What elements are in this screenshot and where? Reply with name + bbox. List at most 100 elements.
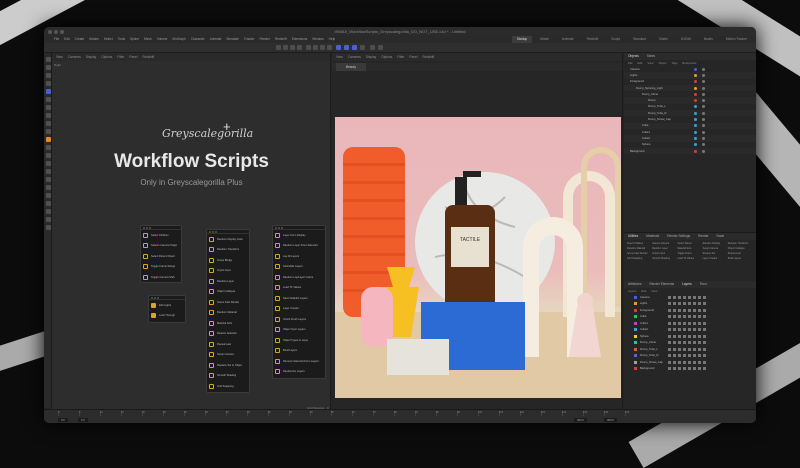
layer-toggle-icons[interactable] xyxy=(668,321,708,325)
script-button[interactable]: Load TF Values xyxy=(273,283,325,294)
script-button[interactable]: Remove Selected From Layers xyxy=(273,356,325,367)
current-frame-field[interactable]: 0 F xyxy=(78,418,89,422)
menu-item[interactable]: Select xyxy=(104,36,113,43)
menu-item[interactable]: Animate xyxy=(210,36,222,43)
object-tag-icon[interactable] xyxy=(702,130,705,134)
script-button[interactable]: Build Layers xyxy=(273,346,325,357)
viewport-menu-item[interactable]: Display xyxy=(86,53,96,61)
toolbar-tool-icon[interactable] xyxy=(297,45,302,50)
menu-item[interactable]: Create xyxy=(75,36,85,43)
object-tag-icon[interactable] xyxy=(702,111,705,115)
utility-button[interactable]: Toggle Frame xyxy=(677,252,702,255)
utility-button[interactable]: Setup Camera xyxy=(703,247,728,250)
utility-button[interactable]: Object Collapse xyxy=(728,247,753,250)
layout-tab[interactable]: Nodes xyxy=(699,36,718,43)
tool-icon[interactable] xyxy=(45,225,51,230)
tool-icon[interactable] xyxy=(45,217,51,222)
viewport-render[interactable]: View Cameras Display Options Filter Panel Reds… xyxy=(332,53,623,412)
toolbar-tool-icon[interactable] xyxy=(290,45,295,50)
tool-icon[interactable] xyxy=(45,177,51,182)
layer-row[interactable]: Background xyxy=(624,366,756,373)
close-button[interactable] xyxy=(48,29,52,34)
toolbar-tool-icon[interactable] xyxy=(283,45,288,50)
utility-button[interactable]: Grid Snapping xyxy=(627,257,652,260)
menu-item[interactable]: Simulate xyxy=(226,36,238,43)
viewport-menu-item[interactable]: Options xyxy=(381,53,392,61)
script-button[interactable]: Restore Selection xyxy=(207,329,249,340)
attribute-tab[interactable]: Utilities xyxy=(628,233,638,240)
layer-tab[interactable]: Attributes xyxy=(628,281,641,288)
menu-item[interactable]: Help xyxy=(329,36,336,43)
utility-button[interactable]: Random Display xyxy=(703,242,728,245)
menu-item[interactable]: MoGraph xyxy=(172,36,185,43)
layer-toggle-icons[interactable] xyxy=(668,360,708,364)
tool-icon[interactable] xyxy=(45,65,51,70)
viewport-menu-item[interactable]: Cameras xyxy=(68,53,81,61)
panel-dot[interactable] xyxy=(143,226,145,229)
object-tag-icon[interactable] xyxy=(702,99,705,103)
menu-item[interactable]: Mesh xyxy=(144,36,152,43)
toolbar-tool-icon[interactable] xyxy=(378,45,383,50)
minimize-button[interactable] xyxy=(54,29,58,34)
tool-icon[interactable] xyxy=(45,73,51,78)
utility-button[interactable]: Select Parent xyxy=(677,242,702,245)
layer-toggle-icons[interactable] xyxy=(668,341,708,345)
script-button[interactable]: Object Sync Layers xyxy=(273,325,325,336)
toolbar-tool-icon[interactable] xyxy=(306,45,311,50)
script-button[interactable]: Setup Camera xyxy=(207,350,249,361)
script-button[interactable]: Look Through xyxy=(149,311,185,322)
max-frame-field[interactable]: 300 F xyxy=(604,418,618,422)
viewport-menu-item[interactable]: Display xyxy=(366,53,376,61)
tool-icon[interactable] xyxy=(45,129,51,134)
tool-icon[interactable] xyxy=(45,57,51,62)
layout-tab[interactable]: Standard xyxy=(628,36,651,43)
object-tag-icon[interactable] xyxy=(702,124,705,128)
object-tag-icon[interactable] xyxy=(702,118,705,122)
layout-tab[interactable]: Motion Tracker xyxy=(721,36,752,43)
utility-button[interactable]: Repeat Last xyxy=(728,252,753,255)
script-button[interactable]: Group Bridge xyxy=(207,255,249,266)
tool-icon[interactable] xyxy=(45,161,51,166)
panel-dot[interactable] xyxy=(149,226,151,229)
utility-button[interactable]: Layer Creator xyxy=(703,257,728,260)
panel-dot[interactable] xyxy=(209,230,211,233)
tool-icon[interactable] xyxy=(45,137,51,142)
script-button[interactable]: Repeat Last xyxy=(207,339,249,350)
tool-icon[interactable] xyxy=(45,209,51,214)
layer-toggle-icons[interactable] xyxy=(668,315,708,319)
panel-dot[interactable] xyxy=(281,226,283,229)
toolbar-tool-icon[interactable] xyxy=(344,45,349,50)
script-button[interactable]: Random Layer xyxy=(207,276,249,287)
utility-button[interactable]: Random Transform xyxy=(728,242,753,245)
tool-icon[interactable] xyxy=(45,97,51,102)
script-button[interactable]: Lay All Layers xyxy=(273,251,325,262)
script-button[interactable]: Save Defaults Layers xyxy=(273,293,325,304)
utility-button[interactable]: Scene Fast Render xyxy=(627,252,652,255)
script-button[interactable]: Layer Creator xyxy=(273,304,325,315)
menu-item[interactable]: Volume xyxy=(157,36,168,43)
script-button[interactable]: Randomize Layers xyxy=(273,367,325,378)
panel-dot[interactable] xyxy=(154,296,156,299)
script-button[interactable]: Random Display Color xyxy=(207,234,249,245)
tool-icon[interactable] xyxy=(45,113,51,118)
object-tab[interactable]: Objects xyxy=(628,53,639,60)
layer-toggle-icons[interactable] xyxy=(668,328,708,332)
layout-tab[interactable]: Startup xyxy=(511,36,533,43)
script-button[interactable]: Object Types to Layer xyxy=(273,335,325,346)
object-tab[interactable]: Takes xyxy=(647,53,655,60)
object-tag-icon[interactable] xyxy=(702,136,705,140)
panel-dot[interactable] xyxy=(146,226,148,229)
script-button[interactable]: Select Children xyxy=(141,230,181,241)
viewport-menu-item[interactable]: View xyxy=(56,53,63,61)
tool-icon[interactable] xyxy=(45,185,51,190)
object-tag-icon[interactable] xyxy=(702,143,705,147)
menu-item[interactable]: Modes xyxy=(89,36,99,43)
layout-tab[interactable]: Animate xyxy=(557,36,579,43)
panel-dot[interactable] xyxy=(275,226,277,229)
tool-icon[interactable] xyxy=(45,89,51,94)
panel-dot[interactable] xyxy=(151,296,153,299)
viewport-left[interactable]: View Cameras Display Options Filter Panel Reds… xyxy=(52,53,331,414)
timeline[interactable]: 0 5 10 15 20 25 30 35 40 45 50 55 60 65 70 75 80 85 90 95 10… xyxy=(44,409,756,423)
utility-button[interactable]: Select Children xyxy=(627,242,652,245)
start-frame-field[interactable]: 0 F xyxy=(58,418,69,422)
